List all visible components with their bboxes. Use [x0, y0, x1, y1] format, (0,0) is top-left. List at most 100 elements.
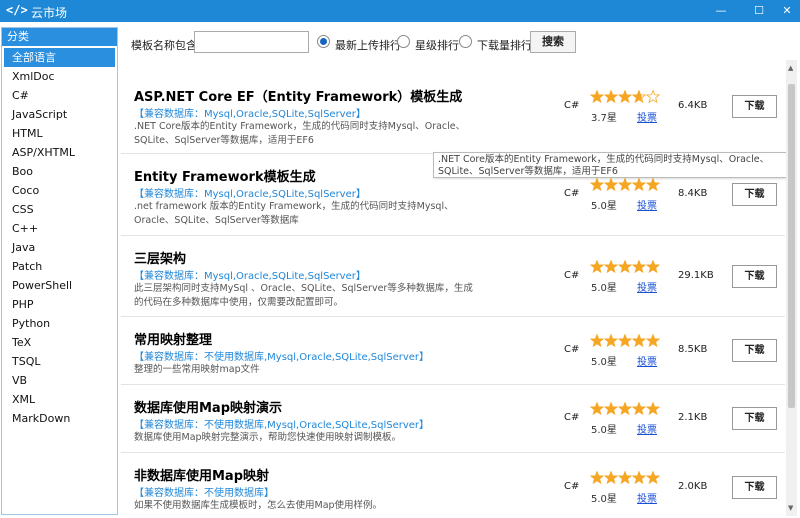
- download-button[interactable]: 下载: [732, 339, 777, 362]
- star-icon[interactable]: [645, 402, 660, 416]
- star-icon[interactable]: [645, 260, 660, 274]
- download-button[interactable]: 下载: [732, 407, 777, 430]
- sidebar-item[interactable]: XmlDoc: [2, 67, 117, 86]
- minimize-button[interactable]: —: [708, 1, 734, 21]
- vote-link[interactable]: 投票: [637, 109, 657, 124]
- star-icon[interactable]: [631, 471, 647, 485]
- star-rating[interactable]: [590, 334, 660, 348]
- vote-link[interactable]: 投票: [637, 421, 657, 436]
- star-icon[interactable]: [617, 178, 633, 192]
- star-icon[interactable]: [617, 471, 633, 485]
- compatible-db-text: 【兼容数据库：不使用数据库,Mysql,Oracle,SQLite,SqlSer…: [134, 420, 430, 431]
- sidebar-item[interactable]: VB: [2, 371, 117, 390]
- star-rating[interactable]: [590, 260, 660, 274]
- star-icon[interactable]: [631, 402, 647, 416]
- sidebar-item[interactable]: JavaScript: [2, 105, 117, 124]
- sidebar-item[interactable]: PowerShell: [2, 276, 117, 295]
- sidebar-item[interactable]: ASP/XHTML: [2, 143, 117, 162]
- star-icon[interactable]: [645, 178, 660, 192]
- template-row[interactable]: 非数据库使用Map映射 【兼容数据库：不使用数据库】 如果不使用数据库生成模板时，怎…: [121, 453, 785, 518]
- star-icon[interactable]: [645, 334, 660, 348]
- vote-link[interactable]: 投票: [637, 490, 657, 505]
- star-rating[interactable]: [590, 178, 660, 192]
- sidebar-item[interactable]: TeX: [2, 333, 117, 352]
- template-row[interactable]: 常用映射整理 【兼容数据库：不使用数据库,Mysql,Oracle,SQLite,…: [121, 317, 785, 385]
- star-rating[interactable]: [590, 471, 660, 485]
- star-icon[interactable]: [617, 260, 633, 274]
- star-rating[interactable]: [590, 90, 660, 104]
- download-button[interactable]: 下载: [732, 476, 777, 499]
- sidebar-item[interactable]: Coco: [2, 181, 117, 200]
- sidebar-item[interactable]: CSS: [2, 200, 117, 219]
- file-size: 8.5KB: [678, 344, 708, 355]
- scroll-thumb[interactable]: [788, 84, 795, 408]
- star-icon[interactable]: [590, 260, 605, 274]
- sort-latest-label[interactable]: 最新上传排行: [335, 37, 401, 53]
- star-icon[interactable]: [590, 178, 605, 192]
- sort-latest-radio[interactable]: [317, 35, 330, 48]
- star-icon[interactable]: [590, 90, 605, 104]
- close-button[interactable]: ✕: [774, 1, 800, 21]
- sidebar-item[interactable]: Patch: [2, 257, 117, 276]
- sort-stars-radio[interactable]: [397, 35, 410, 48]
- star-icon[interactable]: [631, 178, 647, 192]
- star-icon[interactable]: [590, 402, 605, 416]
- star-icon[interactable]: [645, 471, 660, 485]
- template-name-input[interactable]: [194, 31, 309, 53]
- star-rating[interactable]: [590, 402, 660, 416]
- star-icon[interactable]: [617, 402, 633, 416]
- sort-downloads-radio[interactable]: [459, 35, 472, 48]
- sidebar-item[interactable]: C++: [2, 219, 117, 238]
- sidebar-item[interactable]: MarkDown: [2, 409, 117, 428]
- star-icon[interactable]: [590, 471, 605, 485]
- star-icon[interactable]: [603, 402, 619, 416]
- download-button[interactable]: 下载: [732, 183, 777, 206]
- list-scrollbar[interactable]: ▲ ▼: [786, 60, 797, 516]
- template-row[interactable]: ASP.NET Core EF（Entity Framework）模板生成【兼容…: [121, 60, 785, 154]
- star-icon[interactable]: [603, 334, 619, 348]
- star-icon[interactable]: [603, 471, 619, 485]
- compatible-db-text: 【兼容数据库：Mysql,Oracle,SQLite,SqlServer】: [134, 109, 366, 120]
- sidebar-item[interactable]: Java: [2, 238, 117, 257]
- sidebar-item[interactable]: Boo: [2, 162, 117, 181]
- sidebar-item[interactable]: C#: [2, 86, 117, 105]
- star-icon[interactable]: [603, 260, 619, 274]
- search-button[interactable]: 搜索: [530, 31, 576, 53]
- star-icon[interactable]: [617, 90, 633, 104]
- sidebar-item[interactable]: TSQL: [2, 352, 117, 371]
- sidebar-item[interactable]: XML: [2, 390, 117, 409]
- template-row[interactable]: 三层架构 【兼容数据库：Mysql,Oracle,SQLite,SqlServer…: [121, 236, 785, 317]
- template-title: ASP.NET Core EF（Entity Framework）模板生成: [134, 90, 463, 105]
- language-label: C#: [564, 270, 580, 281]
- star-icon[interactable]: [603, 178, 619, 192]
- download-button[interactable]: 下载: [732, 95, 777, 118]
- star-icon[interactable]: [617, 334, 633, 348]
- scroll-down-arrow-icon[interactable]: ▼: [788, 504, 793, 512]
- template-description: 整理的一些常用映射map文件: [134, 364, 260, 375]
- maximize-button[interactable]: ☐: [746, 1, 772, 21]
- sort-downloads-label[interactable]: 下载量排行: [477, 37, 532, 53]
- star-icon[interactable]: [631, 334, 647, 348]
- sort-stars-label[interactable]: 星级排行: [415, 37, 459, 53]
- template-row[interactable]: 数据库使用Map映射演示 【兼容数据库：不使用数据库,Mysql,Oracle,S…: [121, 385, 785, 453]
- template-description: 此三层架构同时支持MySql 、Oracle、SQLite、SqlServer等…: [134, 283, 473, 308]
- download-button[interactable]: 下载: [732, 265, 777, 288]
- sidebar-item[interactable]: HTML: [2, 124, 117, 143]
- sidebar-item[interactable]: Python: [2, 314, 117, 333]
- rating-value: 5.0星: [591, 425, 617, 436]
- sidebar-item[interactable]: PHP: [2, 295, 117, 314]
- scroll-up-arrow-icon[interactable]: ▲: [788, 64, 793, 72]
- rating-value: 5.0星: [591, 201, 617, 212]
- sidebar-item[interactable]: 全部语言: [4, 48, 115, 67]
- star-icon[interactable]: [631, 90, 647, 104]
- star-icon[interactable]: [631, 260, 647, 274]
- star-icon[interactable]: [590, 334, 605, 348]
- vote-link[interactable]: 投票: [637, 197, 657, 212]
- star-icon[interactable]: [603, 90, 619, 104]
- file-size: 2.1KB: [678, 412, 708, 423]
- compatible-db-text: 【兼容数据库：不使用数据库】: [134, 488, 274, 499]
- star-icon[interactable]: [645, 90, 660, 104]
- vote-link[interactable]: 投票: [637, 279, 657, 294]
- vote-link[interactable]: 投票: [637, 353, 657, 368]
- template-title: 非数据库使用Map映射: [134, 469, 270, 484]
